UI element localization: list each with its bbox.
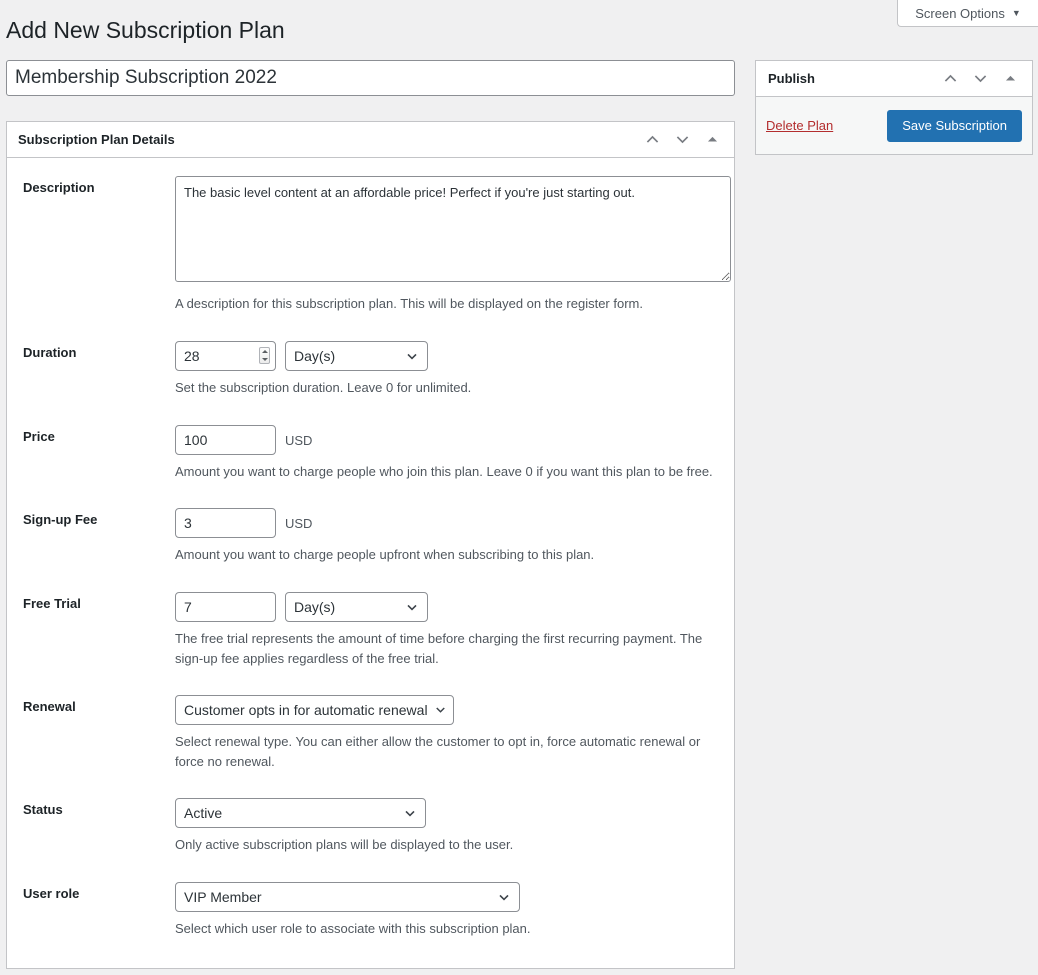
renewal-select[interactable]: Customer opts in for automatic renewal — [175, 695, 454, 725]
admin-page: Screen Options ▼ Add New Subscription Pl… — [0, 0, 1038, 975]
publish-panel: Publish Del — [755, 60, 1033, 155]
free-trial-input[interactable] — [175, 592, 276, 622]
free-trial-label: Free Trial — [23, 592, 175, 613]
field-row-description: Description A description for this subsc… — [7, 158, 734, 314]
field-row-renewal: Renewal Customer opts in for automatic r… — [7, 669, 734, 772]
panel-handle-actions — [638, 122, 726, 157]
duration-label: Duration — [23, 341, 175, 362]
field-row-signup-fee: Sign-up Fee USD Amount you want to charg… — [7, 482, 734, 565]
toggle-panel-icon[interactable] — [996, 64, 1024, 94]
price-label: Price — [23, 425, 175, 446]
price-currency-label: USD — [285, 434, 312, 447]
panel-header: Subscription Plan Details — [7, 122, 734, 158]
field-row-duration: Duration Day(s) — [7, 314, 734, 398]
price-input[interactable] — [175, 425, 276, 455]
panel-title: Subscription Plan Details — [18, 133, 175, 146]
user-role-label: User role — [23, 882, 175, 903]
renewal-select-wrapper: Customer opts in for automatic renewal — [175, 695, 454, 725]
description-label: Description — [23, 176, 175, 197]
description-help: A description for this subscription plan… — [175, 294, 722, 314]
publish-actions: Delete Plan Save Subscription — [756, 97, 1032, 154]
duration-input-wrapper — [175, 341, 276, 371]
renewal-help: Select renewal type. You can either allo… — [175, 732, 722, 772]
renewal-label: Renewal — [23, 695, 175, 716]
description-textarea[interactable] — [175, 176, 731, 282]
duration-spinner[interactable] — [259, 347, 270, 364]
status-select-wrapper: Active — [175, 798, 426, 828]
signup-fee-currency-label: USD — [285, 517, 312, 530]
free-trial-help: The free trial represents the amount of … — [175, 629, 722, 669]
status-select[interactable]: Active — [175, 798, 426, 828]
plan-title-field-wrapper — [6, 60, 735, 96]
subscription-plan-details-panel: Subscription Plan Details — [6, 121, 735, 969]
move-down-icon[interactable] — [668, 125, 696, 155]
save-subscription-button[interactable]: Save Subscription — [887, 110, 1022, 142]
user-role-help: Select which user role to associate with… — [175, 919, 722, 939]
publish-panel-title: Publish — [768, 72, 815, 85]
status-help: Only active subscription plans will be d… — [175, 835, 722, 855]
field-row-free-trial: Free Trial Day(s) — [7, 566, 734, 669]
move-up-icon[interactable] — [936, 64, 964, 94]
duration-unit-select[interactable]: Day(s) — [285, 341, 428, 371]
chevron-down-icon: ▼ — [1012, 9, 1021, 18]
signup-fee-help: Amount you want to charge people upfront… — [175, 545, 722, 565]
field-row-price: Price USD Amount you want to charge peop… — [7, 398, 734, 482]
field-row-status: Status Active Only active subscription p… — [7, 772, 734, 855]
publish-handle-actions — [936, 61, 1024, 96]
signup-fee-input[interactable] — [175, 508, 276, 538]
user-role-select-wrapper: VIP Member — [175, 882, 520, 912]
field-row-user-role: User role VIP Member Select which user r… — [7, 855, 734, 939]
move-down-icon[interactable] — [966, 64, 994, 94]
screen-options-label: Screen Options — [915, 6, 1005, 21]
plan-title-input[interactable] — [6, 60, 735, 96]
duration-help: Set the subscription duration. Leave 0 f… — [175, 378, 722, 398]
page-title: Add New Subscription Plan — [6, 16, 285, 46]
delete-plan-link[interactable]: Delete Plan — [766, 118, 833, 133]
status-label: Status — [23, 798, 175, 819]
move-up-icon[interactable] — [638, 125, 666, 155]
screen-options-button[interactable]: Screen Options ▼ — [897, 0, 1038, 27]
signup-fee-label: Sign-up Fee — [23, 508, 175, 529]
toggle-panel-icon[interactable] — [698, 125, 726, 155]
free-trial-unit-select[interactable]: Day(s) — [285, 592, 428, 622]
publish-panel-header: Publish — [756, 61, 1032, 97]
price-help: Amount you want to charge people who joi… — [175, 462, 722, 482]
plan-details-form: Description A description for this subsc… — [7, 158, 734, 939]
duration-unit-select-wrapper: Day(s) — [285, 341, 428, 371]
user-role-select[interactable]: VIP Member — [175, 882, 520, 912]
free-trial-unit-select-wrapper: Day(s) — [285, 592, 428, 622]
